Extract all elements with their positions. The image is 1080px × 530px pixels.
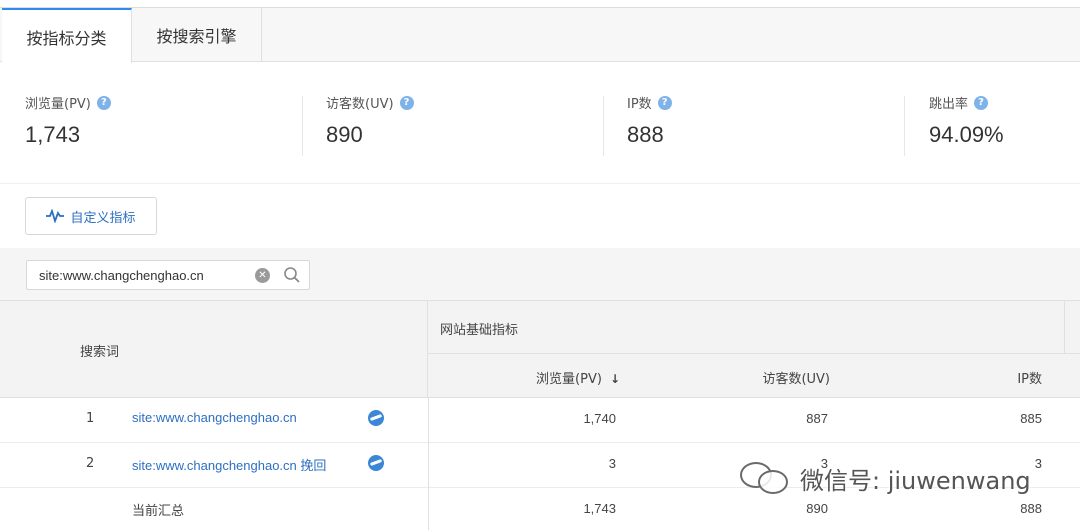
metric-ip: IP数? 888 [627,93,927,153]
help-icon[interactable]: ? [657,95,672,110]
search-engine-icon[interactable] [368,410,384,426]
total-label: 当前汇总 [132,503,185,518]
metric-uv-value: 890 [326,122,363,147]
cell-ip: 885 [1020,411,1042,426]
keyword-link[interactable]: site:www.changchenghao.cn 挽回 [132,455,326,474]
metric-pv-label: 浏览量(PV) [25,97,91,112]
group-header: 网站基础指标 [428,300,1080,355]
metric-bounce-value: 94.09% [929,122,1004,147]
watermark-text: 微信号: jiuwenwang [800,466,1031,495]
tab-by-metric[interactable]: 按指标分类 [2,8,132,63]
tab-by-search-engine[interactable]: 按搜索引擎 [132,8,262,62]
metric-pv-value: 1,743 [25,122,81,147]
sort-down-icon[interactable]: ↓ [610,372,620,386]
clear-icon[interactable]: ✕ [255,268,270,283]
keyword-header-label: 搜索词 [80,345,120,360]
column-header-ip[interactable]: IP数 [980,368,1042,387]
row-index: 2 [86,456,95,471]
total-ip: 888 [1020,501,1042,516]
group-header-label: 网站基础指标 [440,323,519,338]
table-row: 1 site:www.changchenghao.cn 1,740 887 88… [0,398,1080,443]
total-uv: 890 [806,501,828,516]
cell-pv: 3 [608,456,616,471]
search-icon[interactable] [283,266,301,284]
search-area: ✕ [0,248,1080,300]
help-icon[interactable]: ? [399,95,414,110]
metric-bounce-rate: 跳出率? 94.09% [929,93,1069,153]
help-icon[interactable]: ? [974,95,989,110]
metrics-summary: 浏览量(PV)? 1,743 访客数(UV)? 890 IP数? 888 跳出率… [0,63,1080,183]
metric-ip-label: IP数 [627,97,652,112]
tab-bar: 按指标分类 按搜索引擎 [0,8,1080,63]
search-box: ✕ [26,260,310,290]
column-pv-label: 浏览量(PV) [536,372,602,387]
pulse-icon [46,209,65,223]
cell-pv: 1,740 [583,411,616,426]
metric-uv: 访客数(UV)? 890 [326,93,626,153]
row-index: 1 [86,411,95,426]
divider [603,96,604,156]
watermark: 微信号: jiuwenwang [738,458,1031,498]
search-input[interactable] [27,261,247,289]
custom-metrics-button[interactable]: 自定义指标 [25,197,157,235]
keyword-link[interactable]: site:www.changchenghao.cn [132,410,297,425]
search-engine-icon[interactable] [368,455,384,471]
metric-bounce-label: 跳出率 [929,97,969,112]
metric-column-headers: 浏览量(PV) ↓ 访客数(UV) IP数 [428,354,1080,398]
top-border [0,0,1080,8]
cell-uv: 887 [806,411,828,426]
column-header-uv[interactable]: 访客数(UV) [728,368,830,387]
metric-pv: 浏览量(PV)? 1,743 [25,93,325,153]
toolbar: 自定义指标 [0,183,1080,248]
divider [904,96,905,156]
metric-ip-value: 888 [627,122,664,147]
keyword-column-header: 搜索词 [0,300,428,398]
metric-uv-label: 访客数(UV) [326,97,394,112]
wechat-icon [738,458,794,498]
total-pv: 1,743 [583,501,616,516]
custom-metrics-label: 自定义指标 [70,210,136,226]
column-header-pv[interactable]: 浏览量(PV) ↓ [520,368,620,387]
divider [302,96,303,156]
help-icon[interactable]: ? [96,95,111,110]
